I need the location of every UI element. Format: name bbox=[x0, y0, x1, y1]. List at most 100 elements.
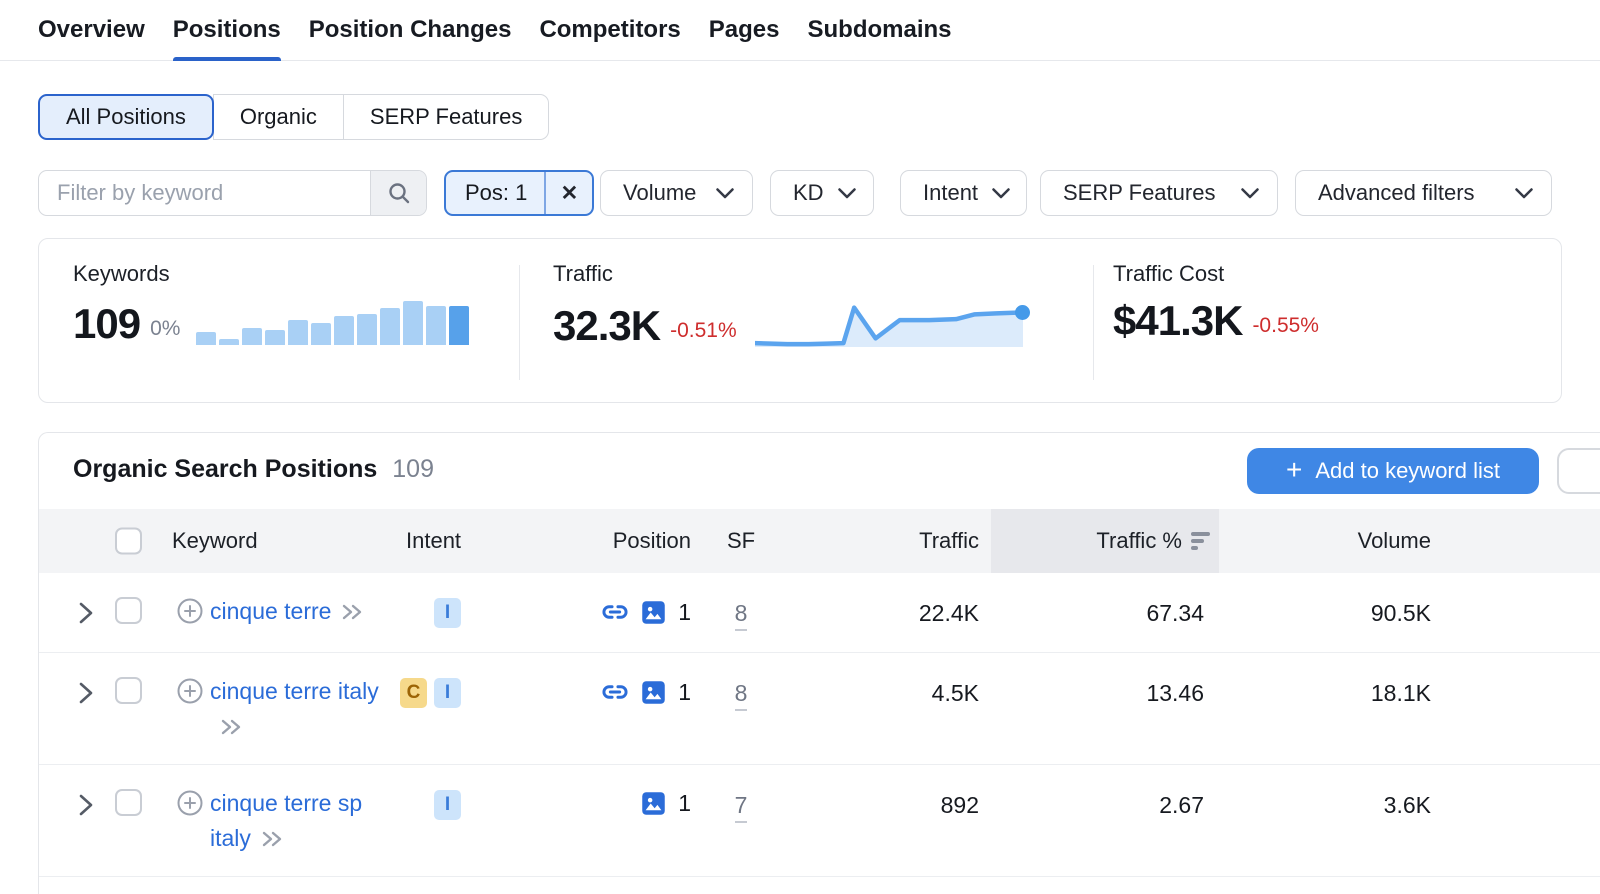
bar bbox=[449, 306, 469, 345]
sort-descending-icon bbox=[1191, 532, 1210, 550]
column-header-sf[interactable]: SF bbox=[727, 528, 755, 554]
dropdown-label: Advanced filters bbox=[1318, 180, 1475, 206]
plus-icon: + bbox=[1286, 460, 1302, 480]
table-title: Organic Search Positions 109 bbox=[73, 455, 434, 484]
expand-row-button[interactable] bbox=[79, 601, 93, 625]
remove-filter-button[interactable]: ✕ bbox=[546, 172, 592, 214]
organic-positions-card: Organic Search Positions 109 + Add to ke… bbox=[38, 432, 1600, 894]
column-header-traffic[interactable]: Traffic bbox=[919, 528, 979, 554]
row-checkbox[interactable] bbox=[115, 597, 142, 624]
intent-badges: CI bbox=[400, 678, 461, 708]
volume-value: 3.6K bbox=[1384, 792, 1431, 819]
filter-dropdown-intent[interactable]: Intent bbox=[900, 170, 1027, 216]
add-keyword-button[interactable] bbox=[176, 597, 204, 625]
column-header-intent[interactable]: Intent bbox=[406, 528, 461, 554]
segment-all-positions[interactable]: All Positions bbox=[38, 94, 214, 140]
row-checkbox[interactable] bbox=[115, 789, 142, 816]
keyword-filter-input[interactable] bbox=[39, 171, 370, 215]
traffic-percent-value: 67.34 bbox=[1146, 600, 1204, 627]
open-keyword-icon[interactable] bbox=[219, 711, 243, 746]
position-value: 1 bbox=[678, 599, 691, 626]
select-all-checkbox[interactable] bbox=[115, 528, 142, 555]
position-value: 1 bbox=[678, 790, 691, 817]
bar bbox=[265, 330, 285, 345]
bar bbox=[403, 301, 423, 345]
keyword-filter bbox=[38, 170, 427, 216]
nav-tab-pages[interactable]: Pages bbox=[709, 0, 780, 61]
intent-badge-i[interactable]: I bbox=[434, 678, 461, 708]
row-checkbox[interactable] bbox=[115, 677, 142, 704]
nav-tab-position-changes[interactable]: Position Changes bbox=[309, 0, 512, 61]
dropdown-label: Volume bbox=[623, 180, 696, 206]
intent-badge-c[interactable]: C bbox=[400, 678, 427, 708]
filter-dropdown-advanced-filters[interactable]: Advanced filters bbox=[1295, 170, 1552, 216]
bar bbox=[196, 332, 216, 345]
column-header-traffic-percent[interactable]: Traffic % bbox=[1096, 528, 1210, 554]
keywords-trend-bar-chart bbox=[196, 299, 469, 345]
add-keyword-button[interactable] bbox=[176, 677, 204, 705]
nav-tab-overview[interactable]: Overview bbox=[38, 0, 145, 61]
bar bbox=[426, 306, 446, 345]
keywords-value: 109 bbox=[73, 302, 140, 346]
traffic-change: -0.51% bbox=[670, 319, 737, 343]
sf-value[interactable]: 8 bbox=[735, 600, 748, 631]
link-icon[interactable] bbox=[601, 678, 629, 706]
add-keyword-button[interactable] bbox=[176, 789, 204, 817]
segment-serp-features[interactable]: SERP Features bbox=[343, 94, 549, 140]
sparkline-end-dot bbox=[1015, 305, 1030, 320]
keyword-link[interactable]: cinque terre sp italy bbox=[210, 790, 362, 851]
column-header-keyword[interactable]: Keyword bbox=[172, 528, 258, 554]
chevron-down-icon bbox=[1241, 188, 1259, 199]
column-header-volume[interactable]: Volume bbox=[1358, 528, 1431, 554]
sf-cell: 8 bbox=[727, 600, 755, 627]
nav-tab-positions[interactable]: Positions bbox=[173, 0, 281, 61]
sf-value[interactable]: 7 bbox=[735, 792, 748, 823]
nav-tab-subdomains[interactable]: Subdomains bbox=[808, 0, 952, 61]
table-row: cinque terre sp italy I 1 7 892 2.67 3.6… bbox=[39, 765, 1600, 877]
bar bbox=[380, 308, 400, 345]
open-keyword-icon[interactable] bbox=[340, 596, 364, 631]
position-filter-chip: Pos: 1 ✕ bbox=[444, 170, 594, 216]
expand-row-button[interactable] bbox=[79, 681, 93, 705]
image-pack-icon[interactable] bbox=[640, 599, 667, 626]
expand-row-button[interactable] bbox=[79, 793, 93, 817]
filter-dropdown-volume[interactable]: Volume bbox=[600, 170, 753, 216]
close-icon: ✕ bbox=[561, 181, 579, 206]
summary-divider bbox=[1093, 265, 1094, 380]
table-row: cinque terre italy CI 1 8 4.5K 13 bbox=[39, 653, 1600, 765]
keywords-label: Keywords bbox=[73, 261, 170, 287]
open-keyword-icon[interactable] bbox=[260, 823, 284, 858]
keyword-link[interactable]: cinque terre bbox=[210, 598, 331, 624]
image-pack-icon[interactable] bbox=[640, 790, 667, 817]
traffic-value: 892 bbox=[941, 792, 979, 819]
intent-badges: I bbox=[434, 790, 461, 820]
intent-badge-i[interactable]: I bbox=[434, 598, 461, 628]
traffic-percent-value: 13.46 bbox=[1146, 680, 1204, 707]
add-to-keyword-list-button[interactable]: + Add to keyword list bbox=[1247, 448, 1539, 494]
image-pack-icon[interactable] bbox=[640, 679, 667, 706]
traffic-value: 22.4K bbox=[919, 600, 979, 627]
column-header-traffic-percent-label: Traffic % bbox=[1096, 528, 1182, 554]
bar bbox=[288, 320, 308, 345]
segment-organic[interactable]: Organic bbox=[213, 94, 344, 140]
keyword-link[interactable]: cinque terre italy bbox=[210, 678, 379, 704]
add-to-keyword-list-label: Add to keyword list bbox=[1315, 458, 1500, 484]
keyword-cell: cinque terre sp italy bbox=[210, 786, 405, 858]
chevron-down-icon bbox=[1515, 188, 1533, 199]
filter-dropdown-serp-features[interactable]: SERP Features bbox=[1040, 170, 1278, 216]
bar bbox=[334, 316, 354, 345]
dropdown-label: Intent bbox=[923, 180, 978, 206]
table-row-count: 109 bbox=[392, 455, 434, 484]
nav-tab-competitors[interactable]: Competitors bbox=[539, 0, 680, 61]
keywords-change: 0% bbox=[150, 317, 180, 341]
column-header-position[interactable]: Position bbox=[613, 528, 691, 554]
filter-dropdown-kd[interactable]: KD bbox=[770, 170, 874, 216]
search-button[interactable] bbox=[370, 171, 426, 215]
bar bbox=[219, 339, 239, 345]
intent-badge-i[interactable]: I bbox=[434, 790, 461, 820]
report-nav: Overview Positions Position Changes Competi… bbox=[0, 0, 1600, 61]
link-icon[interactable] bbox=[601, 598, 629, 626]
traffic-percent-value: 2.67 bbox=[1159, 792, 1204, 819]
more-actions-button-partial[interactable] bbox=[1557, 448, 1600, 494]
sf-value[interactable]: 8 bbox=[735, 680, 748, 711]
